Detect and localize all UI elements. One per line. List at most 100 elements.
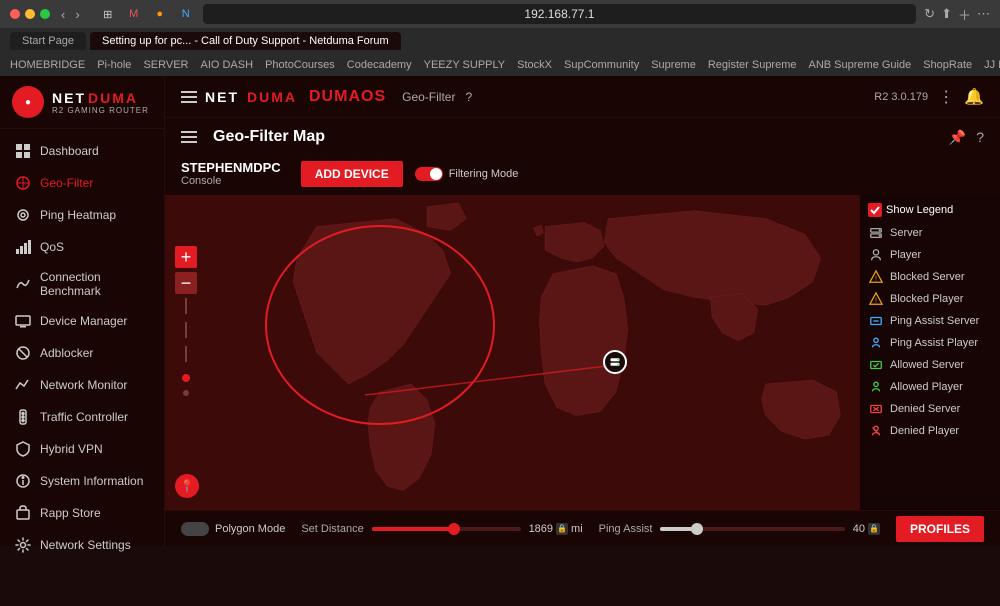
profiles-button[interactable]: PROFILES xyxy=(896,516,984,542)
sidebar-item-system-info[interactable]: System Information xyxy=(0,465,164,497)
dot-close[interactable] xyxy=(10,9,20,19)
bookmark-yeezy[interactable]: YEEZY SUPPLY xyxy=(424,59,506,71)
denied-server-legend-icon xyxy=(868,401,884,417)
show-legend-checkbox[interactable] xyxy=(868,203,882,217)
new-tab-button[interactable]: ＋ xyxy=(958,5,971,24)
legend-player-label: Player xyxy=(890,249,921,261)
address-bar[interactable]: 192.168.77.1 xyxy=(203,4,916,24)
grid-icon: ⊞ xyxy=(99,5,117,23)
sidebar-item-network-monitor[interactable]: Network Monitor xyxy=(0,369,164,401)
bookmark-photocourses[interactable]: PhotoCourses xyxy=(265,59,335,71)
bookmark-register-supreme[interactable]: Register Supreme xyxy=(708,59,797,71)
sidebar-item-dashboard[interactable]: Dashboard xyxy=(0,135,164,167)
main-title: Geo-Filter Map xyxy=(213,128,325,146)
extension-icon-2: ● xyxy=(151,5,169,23)
show-legend-label: Show Legend xyxy=(886,204,953,216)
bookmark-stockx[interactable]: StockX xyxy=(517,59,552,71)
map-server-marker[interactable] xyxy=(603,350,627,374)
help-circle-icon[interactable]: ? xyxy=(976,129,984,146)
logo-router-text: R2 GAMING ROUTER xyxy=(52,106,149,115)
legend-panel: Show Legend Server Player xyxy=(860,195,1000,510)
sidebar-item-device-manager[interactable]: Device Manager xyxy=(0,305,164,337)
sidebar-item-network-settings[interactable]: Network Settings xyxy=(0,529,164,561)
sidebar-item-traffic-controller[interactable]: Traffic Controller xyxy=(0,401,164,433)
logo-text: NET DUMA R2 GAMING ROUTER xyxy=(52,90,149,115)
zoom-divider xyxy=(185,298,187,314)
refresh-button[interactable]: ↻ xyxy=(924,6,935,22)
bookmark-codecademy[interactable]: Codecademy xyxy=(347,59,412,71)
ping-number: 40 xyxy=(853,523,865,535)
notification-icon[interactable]: 🔔 xyxy=(964,87,984,107)
sidebar-item-ping-heatmap[interactable]: Ping Heatmap xyxy=(0,199,164,231)
map-menu-icon[interactable] xyxy=(181,131,197,143)
logo-net: NET xyxy=(52,90,86,106)
bookmark-anb[interactable]: ANB Supreme Guide xyxy=(809,59,912,71)
server-marker-icon xyxy=(609,356,621,368)
zoom-in-button[interactable]: + xyxy=(175,246,197,268)
dashboard-icon xyxy=(14,142,32,160)
set-distance-section: Set Distance 1869 🔒 mi xyxy=(301,523,582,535)
geo-filter-icon xyxy=(14,174,32,192)
sidebar-item-qos[interactable]: QoS xyxy=(0,231,164,263)
filtering-mode-toggle-row: Filtering Mode xyxy=(415,167,519,181)
sidebar-label-geo-filter: Geo-Filter xyxy=(40,176,93,190)
forward-button[interactable]: › xyxy=(72,7,82,22)
sidebar-label-network-settings: Network Settings xyxy=(40,538,131,552)
sidebar-label-network-monitor: Network Monitor xyxy=(40,378,127,392)
topbar-more-button[interactable]: ⋮ xyxy=(938,87,954,107)
topbar-page-title: Geo-Filter xyxy=(402,90,455,104)
share-button[interactable]: ⬆ xyxy=(941,6,952,22)
bookmark-aiodash[interactable]: AIO DASH xyxy=(200,59,253,71)
dot-maximize[interactable] xyxy=(40,9,50,19)
blocked-server-legend-icon: ! xyxy=(868,269,884,285)
set-distance-track[interactable] xyxy=(372,527,521,531)
ping-lock-icon[interactable]: 🔒 xyxy=(868,523,880,535)
connection-benchmark-icon xyxy=(14,275,32,293)
extension-icon-1: M xyxy=(125,5,143,23)
bookmark-homebridge[interactable]: HOMEBRIDGE xyxy=(10,59,85,71)
sidebar-label-rapp-store: Rapp Store xyxy=(40,506,101,520)
toggle-knob xyxy=(430,168,442,180)
bookmark-pihole[interactable]: Pi-hole xyxy=(97,59,131,71)
blocked-player-legend-icon: ! xyxy=(868,291,884,307)
zoom-divider-2 xyxy=(185,322,187,338)
distance-lock-icon[interactable]: 🔒 xyxy=(556,523,568,535)
version-badge: R2 3.0.179 xyxy=(874,91,928,103)
polygon-mode-section: Polygon Mode xyxy=(181,522,285,536)
dot-minimize[interactable] xyxy=(25,9,35,19)
legend-ping-assist-player: Ping Assist Player xyxy=(868,333,992,353)
app-topbar: NET DUMA DUMAOS Geo-Filter ? R2 3.0.179 … xyxy=(165,76,1000,118)
legend-blocked-player-label: Blocked Player xyxy=(890,293,963,305)
sidebar-item-connection-benchmark[interactable]: Connection Benchmark xyxy=(0,263,164,305)
legend-allowed-server: Allowed Server xyxy=(868,355,992,375)
sidebar-item-adblocker[interactable]: Adblocker xyxy=(0,337,164,369)
bookmark-sup-community[interactable]: SupCommunity xyxy=(564,59,639,71)
tab-active[interactable]: Setting up for pc... - Call of Duty Supp… xyxy=(90,32,401,50)
set-distance-thumb[interactable] xyxy=(448,523,460,535)
filtering-mode-toggle[interactable] xyxy=(415,167,443,181)
tab-start-page[interactable]: Start Page xyxy=(10,32,86,50)
bookmark-supreme[interactable]: Supreme xyxy=(651,59,696,71)
pin-icon[interactable]: 📌 xyxy=(949,129,966,146)
network-monitor-icon xyxy=(14,376,32,394)
sidebar-item-hybrid-vpn[interactable]: Hybrid VPN xyxy=(0,433,164,465)
logo-icon: ● xyxy=(12,86,44,118)
hamburger-menu[interactable] xyxy=(181,91,197,103)
back-button[interactable]: ‹ xyxy=(58,7,68,22)
bookmark-server[interactable]: SERVER xyxy=(143,59,188,71)
help-icon[interactable]: ? xyxy=(465,90,472,104)
sidebar-item-rapp-store[interactable]: Rapp Store xyxy=(0,497,164,529)
add-device-button[interactable]: ADD DEVICE xyxy=(301,161,403,187)
more-button[interactable]: ⋯ xyxy=(977,6,990,22)
location-pin[interactable]: 📍 xyxy=(175,474,199,498)
polygon-mode-toggle[interactable] xyxy=(181,522,209,536)
bottom-bar: Polygon Mode Set Distance 1869 🔒 mi xyxy=(165,510,1000,546)
bookmark-jj-blackboard[interactable]: JJ Blackboard xyxy=(984,59,1000,71)
zoom-out-button[interactable]: − xyxy=(175,272,197,294)
main-header-icons: 📌 ? xyxy=(949,129,984,146)
ping-assist-track[interactable] xyxy=(660,527,844,531)
sidebar-item-geo-filter[interactable]: Geo-Filter xyxy=(0,167,164,199)
bookmark-shoprate[interactable]: ShopRate xyxy=(923,59,972,71)
ping-assist-thumb[interactable] xyxy=(691,523,703,535)
zoom-dot-2 xyxy=(183,390,189,396)
